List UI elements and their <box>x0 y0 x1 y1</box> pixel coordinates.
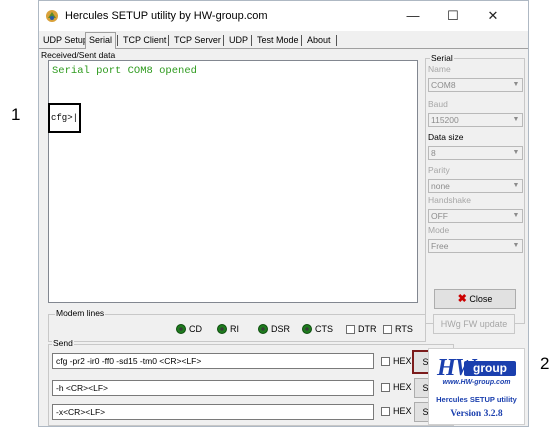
send-input-2[interactable]: -h <CR><LF> <box>52 380 374 396</box>
app-icon <box>46 10 58 22</box>
datasize-value: 8 <box>431 148 436 158</box>
hex-checkbox-2[interactable] <box>381 383 390 392</box>
chevron-down-icon: ▼ <box>512 116 520 123</box>
send-input-1[interactable]: cfg -pr2 -ir0 -ff0 -sd15 -tm0 <CR><LF> <box>52 353 374 369</box>
hw-group-logo[interactable]: HW group www.HW-group.com Hercules SETUP… <box>428 348 525 425</box>
hex-checkbox-1[interactable] <box>381 357 390 366</box>
send-input-3[interactable]: -x<CR><LF> <box>52 404 374 420</box>
baud-select[interactable]: 115200 ▼ <box>428 113 523 127</box>
tab-about[interactable]: About <box>304 34 334 47</box>
serial-settings-group: Serial Name COM8 ▼ Baud 115200 ▼ Data si… <box>425 53 525 324</box>
hex-checkbox-3[interactable] <box>381 407 390 416</box>
cts-led-icon <box>302 324 312 334</box>
chevron-down-icon: ▼ <box>512 149 520 156</box>
chevron-down-icon: ▼ <box>512 182 520 189</box>
rts-checkbox[interactable] <box>383 325 392 334</box>
mode-label: Mode <box>428 225 450 235</box>
minimize-button[interactable]: — <box>403 7 423 25</box>
dsr-label: DSR <box>271 324 291 334</box>
tab-divider <box>301 35 302 46</box>
window-title: Hercules SETUP utility by HW-group.com <box>65 10 268 22</box>
send-group: Send cfg -pr2 -ir0 -ff0 -sd15 -tm0 <CR><… <box>48 338 454 426</box>
cd-led-icon <box>176 324 186 334</box>
logo-group-text: group <box>464 361 516 376</box>
baud-label: Baud <box>428 99 448 109</box>
datasize-label: Data size <box>428 132 464 142</box>
logo-version: Version 3.2.8 <box>450 409 503 419</box>
tab-divider <box>336 35 337 46</box>
modem-lines-group: Modem lines CD RI DSR CTS DTR RTS <box>48 308 426 342</box>
received-prompt-line: cfg>| <box>51 113 79 123</box>
baud-value: 115200 <box>431 115 459 125</box>
tab-test-mode[interactable]: Test Mode <box>254 34 302 47</box>
app-window: Hercules SETUP utility by HW-group.com —… <box>38 0 529 427</box>
chevron-down-icon: ▼ <box>512 242 520 249</box>
tab-divider <box>117 35 118 46</box>
annotation-number-2: 2 <box>540 354 549 373</box>
tab-udp-setup[interactable]: UDP Setup <box>40 34 91 47</box>
cd-label: CD <box>189 324 202 334</box>
parity-value: none <box>431 181 450 191</box>
send-group-label: Send <box>52 338 74 348</box>
received-line: Serial port COM8 opened <box>52 65 197 77</box>
mode-select[interactable]: Free ▼ <box>428 239 523 253</box>
tab-divider <box>223 35 224 46</box>
logo-url: www.HW-group.com <box>442 379 511 386</box>
rts-label: RTS <box>395 324 413 334</box>
parity-select[interactable]: none ▼ <box>428 179 523 193</box>
parity-label: Parity <box>428 165 450 175</box>
hex-label-3: HEX <box>393 406 412 416</box>
chevron-down-icon: ▼ <box>512 81 520 88</box>
close-x-icon: ✖ <box>457 293 467 305</box>
title-bar[interactable]: Hercules SETUP utility by HW-group.com —… <box>39 1 528 31</box>
handshake-select[interactable]: OFF ▼ <box>428 209 523 223</box>
tab-bar: UDP Setup Serial TCP Client TCP Server U… <box>39 32 528 49</box>
datasize-select[interactable]: 8 ▼ <box>428 146 523 160</box>
tab-divider <box>251 35 252 46</box>
handshake-value: OFF <box>431 211 448 221</box>
close-port-label: Close <box>469 294 493 304</box>
received-data-area[interactable]: Serial port COM8 opened <box>48 60 418 303</box>
hex-label-1: HEX <box>393 356 412 366</box>
tab-divider <box>168 35 169 46</box>
dsr-led-icon <box>258 324 268 334</box>
logo-app-name: Hercules SETUP utility <box>436 395 517 404</box>
tab-serial[interactable]: Serial <box>85 32 117 49</box>
ri-label: RI <box>230 324 239 334</box>
hex-label-2: HEX <box>393 382 412 392</box>
port-name-select[interactable]: COM8 ▼ <box>428 78 523 92</box>
chevron-down-icon: ▼ <box>512 212 520 219</box>
handshake-label: Handshake <box>428 195 472 205</box>
close-port-button[interactable]: ✖ Close <box>434 289 516 309</box>
tab-udp[interactable]: UDP <box>226 34 251 47</box>
received-group-label: Received/Sent data <box>40 50 117 60</box>
ri-led-icon <box>217 324 227 334</box>
tab-tcp-client[interactable]: TCP Client <box>120 34 169 47</box>
tab-tcp-server[interactable]: TCP Server <box>171 34 224 47</box>
dtr-label: DTR <box>358 324 377 334</box>
serial-group-label: Serial <box>430 53 454 63</box>
dtr-checkbox[interactable] <box>346 325 355 334</box>
maximize-button[interactable]: ☐ <box>443 7 463 25</box>
cts-label: CTS <box>315 324 333 334</box>
modem-group-label: Modem lines <box>55 308 106 318</box>
annotation-number-1: 1 <box>11 105 21 124</box>
hwg-fw-update-button[interactable]: HWg FW update <box>433 314 515 334</box>
mode-value: Free <box>431 241 449 251</box>
close-window-button[interactable]: ✕ <box>483 7 503 25</box>
name-label: Name <box>428 64 451 74</box>
port-name-value: COM8 <box>431 80 456 90</box>
